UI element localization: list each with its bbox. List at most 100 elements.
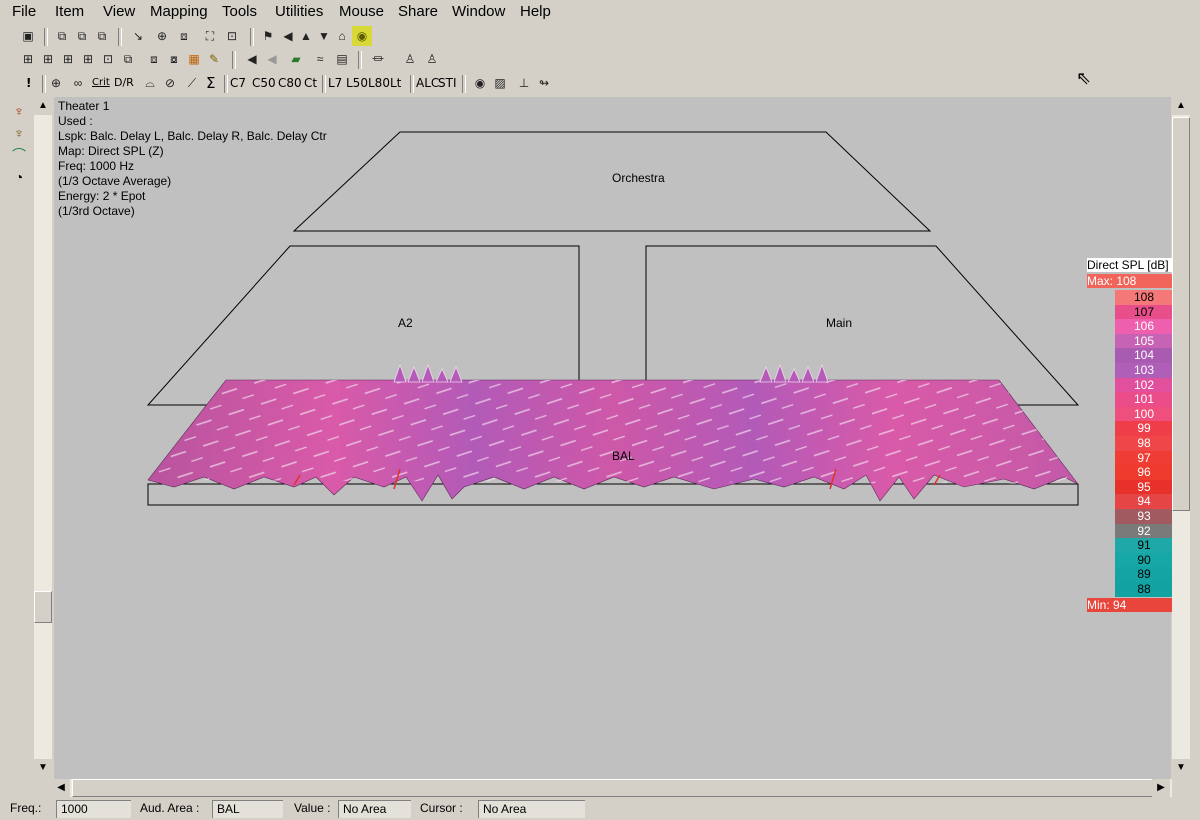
copy-map-icon[interactable]: ⧉ <box>72 26 92 46</box>
level-icon[interactable]: ⊥ <box>514 73 534 93</box>
record-icon[interactable]: ◉ <box>470 73 490 93</box>
hatch-icon[interactable]: ▨ <box>490 73 510 93</box>
lt-button[interactable]: Lt <box>390 73 401 93</box>
listener-icon[interactable]: ♆ <box>8 122 30 144</box>
listener-red-icon[interactable]: ♆ <box>8 100 30 122</box>
ct-button[interactable]: Ct <box>304 73 317 93</box>
legend-value: 107 <box>1115 304 1173 320</box>
value-field: No Area <box>338 800 411 818</box>
c50-button[interactable]: C50 <box>252 73 276 93</box>
scroll-up-icon[interactable]: ▲ <box>34 97 52 115</box>
l7-button[interactable]: L7 <box>328 73 342 93</box>
zoom-window-icon[interactable]: ⧈ <box>174 26 194 46</box>
view-grid-2-icon[interactable]: ⊞ <box>38 49 58 69</box>
menu-bar: File Item View Mapping Tools Utilities M… <box>0 0 1200 24</box>
speaker-off-icon[interactable]: ◀ <box>262 49 282 69</box>
crosshair-target-icon[interactable]: ⊕ <box>46 73 66 93</box>
menu-utilities[interactable]: Utilities <box>275 3 323 20</box>
l80-button[interactable]: L80 <box>368 73 390 93</box>
legend-value: 89 <box>1115 567 1173 582</box>
legend-value: 90 <box>1115 552 1173 568</box>
menu-tools[interactable]: Tools <box>222 3 257 20</box>
home-icon[interactable]: ⌂ <box>332 26 352 46</box>
camera-icon[interactable]: ◔ <box>8 166 30 188</box>
scroll-right-icon[interactable]: ▶ <box>1152 779 1170 797</box>
menu-file[interactable]: File <box>12 3 36 20</box>
l50-button[interactable]: L50 <box>346 73 368 93</box>
view-edit-icon[interactable]: ✎ <box>204 49 224 69</box>
left-vertical-scrollbar[interactable]: ▲ ▼ <box>34 97 52 777</box>
crit-button[interactable]: Crit <box>92 73 110 93</box>
open-icon[interactable]: ▣ <box>18 26 38 46</box>
map-canvas[interactable]: Theater 1 Used : Lspk: Balc. Delay L, Ba… <box>54 97 1171 779</box>
plane-icon[interactable]: ▰ <box>286 49 306 69</box>
arrow-left-icon[interactable]: ◀ <box>278 26 298 46</box>
scroll-thumb[interactable] <box>72 779 1154 797</box>
menu-mouse[interactable]: Mouse <box>339 3 384 20</box>
view-grid-5-icon[interactable]: ⊡ <box>98 49 118 69</box>
scroll-left-icon[interactable]: ◀ <box>52 779 70 797</box>
sum-button[interactable]: Σ <box>206 73 215 93</box>
arrow-down-icon[interactable]: ▼ <box>314 26 334 46</box>
audience-icon[interactable]: ⌓ <box>140 73 160 93</box>
menu-item[interactable]: Item <box>55 3 84 20</box>
scroll-thumb[interactable] <box>1172 117 1190 511</box>
toolbar-separator <box>410 75 414 93</box>
legend-value: 102 <box>1115 377 1173 393</box>
copy-all-icon[interactable]: ⧉ <box>92 26 112 46</box>
speaker-on-icon[interactable]: ◀ <box>242 49 262 69</box>
graph-icon[interactable]: ⏛ <box>368 49 388 69</box>
legend-max: Max: 108 <box>1087 274 1173 288</box>
speaker-icon[interactable]: ⚑ <box>258 26 278 46</box>
line-icon[interactable]: ⟋ <box>182 73 202 93</box>
toolbar-separator <box>358 51 362 69</box>
exclaim-button[interactable]: ! <box>26 73 31 93</box>
toolbar-separator <box>462 75 466 93</box>
zoom-fit-icon[interactable]: ⊡ <box>222 26 242 46</box>
ray-icon[interactable]: ≈ <box>310 49 330 69</box>
legend-value: 92 <box>1115 523 1173 539</box>
menu-help[interactable]: Help <box>520 3 551 20</box>
menu-view[interactable]: View <box>103 3 135 20</box>
cursor-label: Cursor : <box>420 801 463 815</box>
right-vertical-scrollbar[interactable]: ▲ ▼ <box>1172 97 1190 777</box>
scroll-up-icon[interactable]: ▲ <box>1172 97 1190 115</box>
copy-room-icon[interactable]: ⧉ <box>52 26 72 46</box>
arrow-up-icon[interactable]: ▲ <box>296 26 316 46</box>
toolbar-separator <box>44 28 48 46</box>
scroll-thumb[interactable] <box>34 591 52 623</box>
view-grid-3-icon[interactable]: ⊞ <box>58 49 78 69</box>
scroll-down-icon[interactable]: ▼ <box>34 759 52 777</box>
crosshair-icon[interactable]: ⊕ <box>152 26 172 46</box>
select-icon[interactable]: ↘ <box>128 26 148 46</box>
view-grid-1-icon[interactable]: ⊞ <box>18 49 38 69</box>
wave-icon[interactable]: ↬ <box>534 73 554 93</box>
link-icon[interactable]: ∞ <box>68 73 88 93</box>
table-icon[interactable]: ▤ <box>332 49 352 69</box>
horizontal-scrollbar[interactable]: ◀ ▶ <box>52 779 1172 797</box>
alc-button[interactable]: ALC <box>416 73 439 93</box>
view-grid-4-icon[interactable]: ⊞ <box>78 49 98 69</box>
view-box-icon[interactable]: ⧇ <box>164 49 184 69</box>
c80-button[interactable]: C80 <box>278 73 302 93</box>
person-s-icon[interactable]: ♙ <box>422 49 442 69</box>
menu-mapping[interactable]: Mapping <box>150 3 208 20</box>
menu-share[interactable]: Share <box>398 3 438 20</box>
menu-window[interactable]: Window <box>452 3 505 20</box>
dr-button[interactable]: D/R <box>114 73 134 93</box>
view-color-icon[interactable]: ▦ <box>184 49 204 69</box>
view-layers-icon[interactable]: ⧉ <box>118 49 138 69</box>
c7-button[interactable]: C7 <box>230 73 246 93</box>
scroll-down-icon[interactable]: ▼ <box>1172 759 1190 777</box>
no-icon[interactable]: ⊘ <box>160 73 180 93</box>
person-icon[interactable]: ♙ <box>400 49 420 69</box>
target-icon[interactable]: ◉ <box>352 26 372 46</box>
legend-value: 96 <box>1115 465 1173 480</box>
area-label: Aud. Area : <box>140 801 200 815</box>
tilt-icon[interactable]: ⌒ <box>8 144 30 166</box>
legend-value: 103 <box>1115 363 1173 378</box>
sti-button[interactable]: STI <box>438 73 457 93</box>
zoom-extents-icon[interactable]: ⛶ <box>200 26 220 46</box>
mouse-pointer-icon: ⇖ <box>1076 68 1092 88</box>
view-3d-icon[interactable]: ⧈ <box>144 49 164 69</box>
